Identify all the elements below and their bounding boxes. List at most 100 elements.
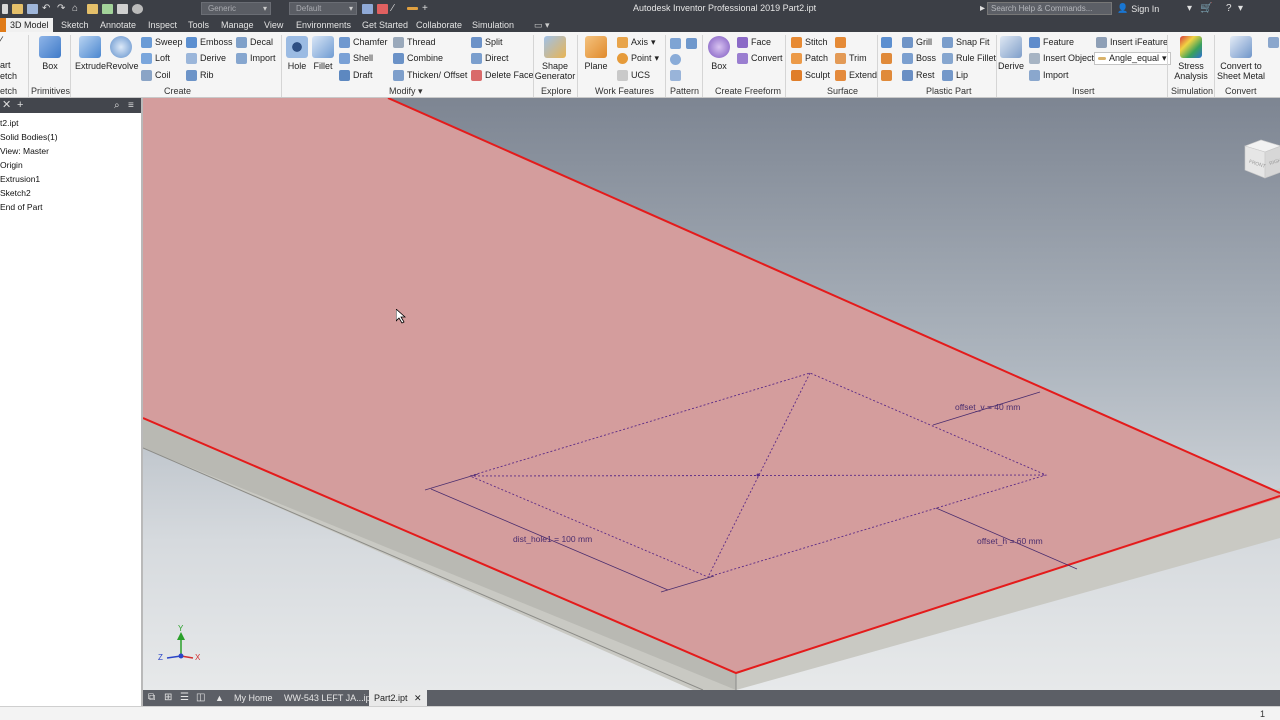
plastic-tool-icon[interactable] [881,37,892,48]
tab-3d-model[interactable]: 3D Model [6,18,53,32]
sculpt-button[interactable]: Sculpt [791,70,830,81]
tree-item-extrusion[interactable]: Extrusion1 [0,174,40,184]
stress-analysis-button[interactable]: Stress Analysis [1171,36,1211,81]
extend-button[interactable]: Extend [835,70,877,81]
ribbon-overflow-icon[interactable] [1268,37,1279,48]
adjust-icon[interactable] [362,3,373,14]
thread-button[interactable]: Thread [393,37,436,48]
plastic-tool-3-icon[interactable] [881,70,892,81]
boss-button[interactable]: Boss [902,53,936,64]
tile-windows-icon[interactable]: ⧉ [148,690,155,706]
sweep-button[interactable]: Sweep [141,37,183,48]
direct-button[interactable]: Direct [471,53,509,64]
help-dropdown-icon[interactable]: ▾ [1238,2,1243,15]
model-canvas[interactable] [143,98,1280,690]
decal-button[interactable]: Decal [236,37,273,48]
tab-environments[interactable]: Environments [296,18,351,32]
update-icon[interactable] [102,3,113,14]
ifeature-dropdown[interactable]: Angle_equal ▾ [1094,52,1171,65]
combine-button[interactable]: Combine [393,53,443,64]
ucs-button[interactable]: UCS [617,70,650,81]
clear-override-icon[interactable] [377,3,388,14]
shape-generator-button[interactable]: Shape Generator [534,36,576,81]
tree-item-sketch[interactable]: Sketch2 [0,188,31,198]
redo-icon[interactable]: ↷ [57,3,68,14]
tab-tools[interactable]: Tools [188,18,209,32]
fillet-button[interactable]: Fillet [311,36,335,71]
insert-object-button[interactable]: Insert Object [1029,53,1094,64]
coil-button[interactable]: Coil [141,70,171,81]
box-primitive-button[interactable]: Box [38,36,62,71]
cart-icon[interactable]: 🛒 [1200,2,1212,15]
sketch-pattern-icon[interactable] [670,70,681,81]
trim-button[interactable]: Trim [835,53,867,64]
add-icon[interactable]: + [17,99,23,112]
undo-icon[interactable]: ↶ [42,3,53,14]
tab-collaborate[interactable]: Collaborate [416,18,462,32]
thicken-offset-button[interactable]: Thicken/ Offset [393,70,467,81]
tile-vertical-icon[interactable]: ◫ [196,690,205,706]
close-icon[interactable]: ✕ [2,99,11,112]
ruled-surface-icon[interactable] [835,37,846,48]
help-search-input[interactable]: Search Help & Commands... [987,2,1112,15]
snap-fit-button[interactable]: Snap Fit [942,37,990,48]
select-icon[interactable] [87,3,98,14]
view-cube-graphic[interactable]: FRONT RIGH [1241,138,1280,180]
menu-icon[interactable]: ≡ [128,99,134,112]
convert-to-sheet-metal-button[interactable]: Convert to Sheet Metal [1217,36,1265,81]
help-icon[interactable]: ? [1226,2,1232,15]
view-cube[interactable]: FRONT RIGH [1241,138,1280,180]
rest-button[interactable]: Rest [902,70,935,81]
tree-item-part[interactable]: t2.ipt [0,118,18,128]
tree-item-solid-bodies[interactable]: Solid Bodies(1) [0,132,58,142]
tile-horizontal-icon[interactable]: ☰ [180,690,189,706]
tab-view[interactable]: View [264,18,283,32]
grill-button[interactable]: Grill [902,37,932,48]
tab-simulation[interactable]: Simulation [472,18,514,32]
chamfer-button[interactable]: Chamfer [339,37,388,48]
measure-line-icon[interactable] [407,7,418,10]
start-sketch-icon[interactable]: ∕ [0,36,2,47]
freeform-box-button[interactable]: Box [706,36,732,71]
close-tab-icon[interactable]: ✕ [414,693,422,703]
emboss-button[interactable]: Emboss [186,37,233,48]
home-icon[interactable]: ⌂ [72,3,83,14]
lip-button[interactable]: Lip [942,70,968,81]
tab-my-home[interactable]: My Home [234,690,273,706]
loft-button[interactable]: Loft [141,53,170,64]
tree-item-view[interactable]: View: Master [0,146,49,156]
collapse-up-icon[interactable]: ▲ [215,690,224,706]
tab-document-part2[interactable]: Part2.ipt ✕ [369,690,427,706]
feature-button[interactable]: Feature [1029,37,1074,48]
tab-get-started[interactable]: Get Started [362,18,408,32]
patch-button[interactable]: Patch [791,53,828,64]
panel-label-modify[interactable]: Modify ▾ [389,86,423,97]
circular-pattern-icon[interactable] [670,54,681,65]
graphics-viewport[interactable]: offset_v = 40 mm dist_hole1 = 100 mm off… [143,98,1280,690]
ribbon-options-icon[interactable]: ▭ ▾ [534,18,550,32]
split-button[interactable]: Split [471,37,503,48]
tab-inspect[interactable]: Inspect [148,18,177,32]
derive-button[interactable]: Derive [186,53,226,64]
tab-document-ww543[interactable]: WW-543 LEFT JA...ipt [284,690,373,706]
plate-top-face[interactable] [143,98,1280,673]
extrude-button[interactable]: Extrude [75,36,106,71]
rectangular-pattern-icon[interactable] [670,38,681,49]
appearance-dropdown[interactable]: Generic [201,2,271,15]
import-button[interactable]: Import [236,53,276,64]
shell-button[interactable]: Shell [339,53,373,64]
insert-import-button[interactable]: Import [1029,70,1069,81]
dropdown-arrow-icon[interactable]: ▾ [1187,2,1192,15]
tab-manage[interactable]: Manage [221,18,254,32]
dimension-offset-h[interactable]: offset_h = 60 mm [977,536,1043,546]
rib-button[interactable]: Rib [186,70,214,81]
tab-sketch[interactable]: Sketch [61,18,89,32]
plane-button[interactable]: Plane [582,36,610,71]
face-button[interactable]: Face [737,37,771,48]
sign-in-button[interactable]: 👤 Sign In [1117,3,1159,14]
new-icon[interactable] [2,3,8,14]
search-icon[interactable]: ⌕ [114,99,120,112]
dimension-dist-hole1[interactable]: dist_hole1 = 100 mm [513,534,592,544]
revolve-button[interactable]: Revolve [106,36,139,71]
insert-derive-button[interactable]: Derive [998,36,1024,71]
